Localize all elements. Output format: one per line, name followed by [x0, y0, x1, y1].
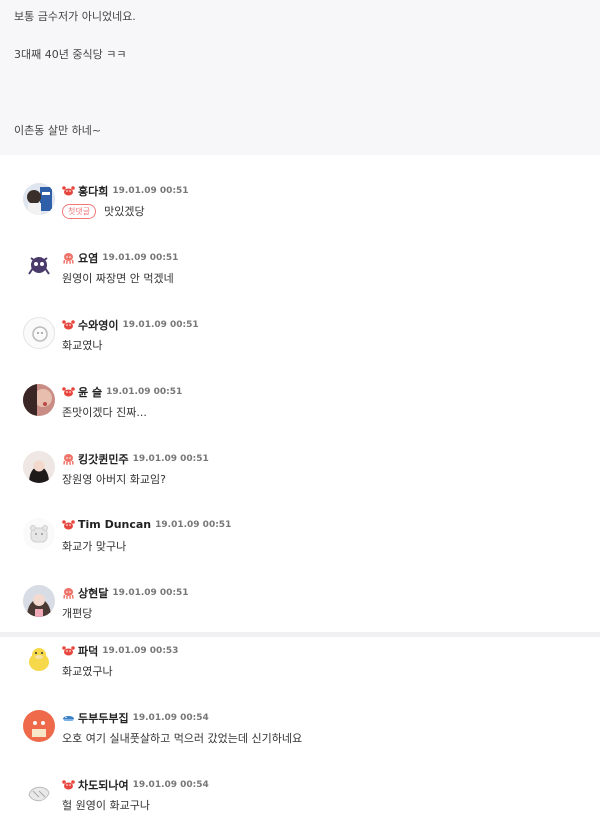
comment-text: 장원영 아버지 화교임?	[62, 473, 166, 486]
comment-timestamp: 19.01.09 00:51	[132, 454, 209, 464]
comment-meta: 윤 슬 19.01.09 00:51	[62, 384, 182, 400]
comment-text: 첫댓글 맛있겠당	[62, 203, 145, 219]
avatar[interactable]	[23, 451, 55, 483]
comment-item: 홍다희 19.01.09 00:51 첫댓글 맛있겠당	[0, 163, 600, 230]
comment-nickname[interactable]: 파덕	[78, 643, 98, 659]
comment-item: 수와영이 19.01.09 00:51 화교였나	[0, 297, 600, 364]
crab-icon	[62, 645, 75, 657]
comment-timestamp: 19.01.09 00:51	[112, 588, 189, 598]
comment-nickname[interactable]: 상현달	[78, 585, 108, 601]
crab-icon	[62, 779, 75, 791]
comment-timestamp: 19.01.09 00:53	[102, 646, 179, 656]
avatar[interactable]	[23, 585, 55, 617]
comment-text: 헐 원영이 화교구나	[62, 799, 150, 812]
comment-nickname[interactable]: Tim Duncan	[78, 518, 151, 531]
comment-nickname[interactable]: 두부두부집	[78, 710, 129, 726]
avatar[interactable]	[23, 250, 55, 282]
comment-nickname[interactable]: 홍다희	[78, 183, 108, 199]
comment-text: 화교였나	[62, 339, 103, 352]
comment-nickname[interactable]: 요염	[78, 250, 98, 266]
comment-text-content: 맛있겠당	[104, 205, 145, 218]
comment-text: 오호 여기 실내풋살하고 먹으러 갔었는데 신기하네요	[62, 732, 303, 745]
comment-timestamp: 19.01.09 00:51	[102, 253, 179, 263]
octopus-icon	[62, 453, 75, 465]
post-text-line: 보통 금수저가 아니었네요.	[14, 10, 136, 23]
avatar[interactable]	[23, 710, 55, 742]
whale-icon	[62, 712, 75, 724]
comment-meta: 두부두부집 19.01.09 00:54	[62, 710, 209, 726]
comment-item: 킹갓퀸민주 19.01.09 00:51 장원영 아버지 화교임?	[0, 431, 600, 498]
comment-meta: Tim Duncan 19.01.09 00:51	[62, 518, 231, 531]
comment-nickname[interactable]: 킹갓퀸민주	[78, 451, 129, 467]
comment-meta: 상현달 19.01.09 00:51	[62, 585, 189, 601]
comment-item: 차도되나여 19.01.09 00:54 헐 원영이 화교구나	[0, 757, 600, 824]
comment-item: 상현달 19.01.09 00:51 개편당	[0, 565, 600, 632]
comment-timestamp: 19.01.09 00:54	[132, 780, 209, 790]
crab-icon	[62, 319, 75, 331]
post-text-line: 이촌동 살만 하네~	[14, 124, 102, 137]
comment-text: 화교가 맞구나	[62, 540, 127, 553]
post-text-line: 3대째 40년 중식당 ㅋㅋ	[14, 48, 127, 61]
avatar[interactable]	[23, 777, 55, 809]
comment-meta: 홍다희 19.01.09 00:51	[62, 183, 189, 199]
comment-timestamp: 19.01.09 00:54	[132, 713, 209, 723]
comment-timestamp: 19.01.09 00:51	[122, 320, 199, 330]
comment-text: 원영이 짜장면 안 먹겠네	[62, 272, 174, 285]
crab-icon	[62, 519, 75, 531]
comment-timestamp: 19.01.09 00:51	[106, 387, 183, 397]
comment-nickname[interactable]: 수와영이	[78, 317, 118, 333]
comment-timestamp: 19.01.09 00:51	[155, 519, 232, 530]
comment-item: 두부두부집 19.01.09 00:54 오호 여기 실내풋살하고 먹으러 갔었…	[0, 690, 600, 757]
comment-nickname[interactable]: 차도되나여	[78, 777, 129, 793]
comment-list: 홍다희 19.01.09 00:51 첫댓글 맛있겠당 요염 19.01.09 …	[0, 163, 600, 632]
comment-item: 요염 19.01.09 00:51 원영이 짜장면 안 먹겠네	[0, 230, 600, 297]
comment-meta: 차도되나여 19.01.09 00:54	[62, 777, 209, 793]
octopus-icon	[62, 587, 75, 599]
crab-icon	[62, 386, 75, 398]
comment-meta: 파덕 19.01.09 00:53	[62, 643, 178, 659]
comment-list: 파덕 19.01.09 00:53 화교였구나 두부두부집 19.01.09 0…	[0, 623, 600, 824]
comment-text: 개편당	[62, 607, 93, 620]
first-comment-badge: 첫댓글	[62, 203, 97, 219]
avatar[interactable]	[23, 183, 55, 215]
divider	[0, 155, 600, 163]
crab-icon	[62, 185, 75, 197]
octopus-icon	[62, 252, 75, 264]
comment-meta: 수와영이 19.01.09 00:51	[62, 317, 199, 333]
comment-text: 화교였구나	[62, 665, 113, 678]
comment-nickname[interactable]: 윤 슬	[78, 384, 102, 400]
comment-text: 존맛이겠다 진짜...	[62, 406, 147, 419]
avatar[interactable]	[23, 317, 55, 349]
comment-timestamp: 19.01.09 00:51	[112, 186, 189, 196]
comment-meta: 요염 19.01.09 00:51	[62, 250, 178, 266]
post-body-tail: 보통 금수저가 아니었네요. 3대째 40년 중식당 ㅋㅋ 이촌동 살만 하네~	[0, 0, 600, 155]
comment-item: 윤 슬 19.01.09 00:51 존맛이겠다 진짜...	[0, 364, 600, 431]
avatar[interactable]	[23, 643, 55, 675]
comment-item: Tim Duncan 19.01.09 00:51 화교가 맞구나	[0, 498, 600, 565]
avatar[interactable]	[23, 518, 55, 550]
comment-meta: 킹갓퀸민주 19.01.09 00:51	[62, 451, 209, 467]
comment-item: 파덕 19.01.09 00:53 화교였구나	[0, 623, 600, 690]
avatar[interactable]	[23, 384, 55, 416]
